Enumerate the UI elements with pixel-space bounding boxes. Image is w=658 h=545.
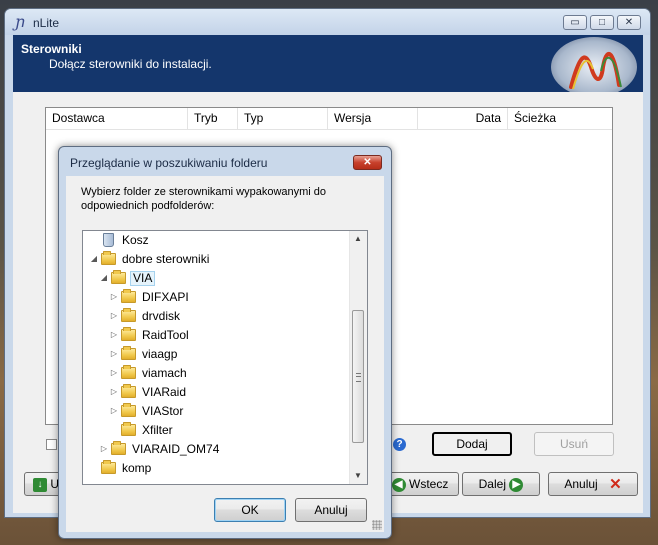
- folder-icon: [121, 346, 136, 360]
- scroll-thumb[interactable]: [352, 310, 364, 443]
- page-subtitle: Dołącz sterowniki do instalacji.: [49, 57, 212, 71]
- folder-icon: [121, 308, 136, 322]
- tree-item-label: VIAStor: [142, 404, 184, 418]
- tree-item-label: komp: [122, 461, 152, 475]
- grip-icon: [356, 373, 361, 382]
- folder-icon: [101, 251, 116, 265]
- tree-item-label: VIA: [130, 271, 156, 286]
- close-button[interactable]: ✕: [617, 15, 641, 30]
- tree-item-label: Xfilter: [142, 423, 173, 437]
- column-wersja[interactable]: Wersja: [328, 108, 418, 129]
- tree-scrollbar[interactable]: ▲ ▼: [349, 231, 367, 484]
- nlite-logo-icon: [551, 37, 637, 92]
- tree-item[interactable]: ▷ drvdisk: [83, 307, 351, 326]
- expand-arrow-icon[interactable]: ▷: [99, 444, 109, 453]
- next-arrow-icon: ▶: [509, 477, 524, 492]
- tree-item[interactable]: ▷ VIARAID_OM74: [83, 440, 351, 459]
- tree-item-label: drvdisk: [142, 309, 181, 323]
- tree-item[interactable]: ▷ VIARaid: [83, 383, 351, 402]
- column-sciezka[interactable]: Ścieżka: [508, 108, 614, 129]
- tree-item-label: VIARaid: [142, 385, 187, 399]
- tree-item[interactable]: ▷ DIFXAPI: [83, 288, 351, 307]
- page-title: Sterowniki: [21, 42, 82, 56]
- expand-arrow-icon[interactable]: ▷: [109, 406, 119, 415]
- tree-item[interactable]: ◢ dobre sterowniki: [83, 250, 351, 269]
- dialog-cancel-button[interactable]: Anuluj: [295, 498, 367, 522]
- tree-item-label: VIARAID_OM74: [132, 442, 220, 456]
- expand-arrow-icon[interactable]: ▷: [109, 349, 119, 358]
- scroll-down-icon[interactable]: ▼: [350, 468, 366, 484]
- nlite-logo-icon: ɲ: [15, 12, 26, 31]
- back-button[interactable]: ◀ Wstecz: [381, 472, 459, 496]
- close-icon: ✕: [363, 157, 372, 168]
- select-all-checkbox[interactable]: [46, 439, 57, 450]
- folder-icon: [111, 270, 126, 284]
- tree-item[interactable]: ▷ viaagp: [83, 345, 351, 364]
- tree-item[interactable]: ▷ viamach: [83, 364, 351, 383]
- tree-item[interactable]: komp: [83, 459, 351, 478]
- back-button-label: Wstecz: [409, 477, 449, 491]
- tree-item-label: dobre sterowniki: [122, 252, 210, 266]
- cancel-button[interactable]: Anuluj ✕: [548, 472, 638, 496]
- tree-item-label: viamach: [142, 366, 187, 380]
- remove-button[interactable]: Usuń: [534, 432, 614, 456]
- folder-icon: [121, 327, 136, 341]
- collapse-arrow-icon[interactable]: ◢: [89, 254, 99, 263]
- scroll-up-icon[interactable]: ▲: [350, 231, 366, 247]
- minimize-icon: ▭: [570, 17, 580, 28]
- folder-icon: [121, 384, 136, 398]
- window-title: nLite: [33, 16, 60, 30]
- column-dostawca[interactable]: Dostawca: [46, 108, 188, 129]
- dialog-content: Wybierz folder ze sterownikami wypakowan…: [66, 176, 384, 532]
- next-button[interactable]: Dalej ▶: [462, 472, 540, 496]
- column-data[interactable]: Data: [418, 108, 508, 129]
- tree-item[interactable]: ▷ RaidTool: [83, 326, 351, 345]
- expand-arrow-icon[interactable]: ▷: [109, 311, 119, 320]
- maximize-button[interactable]: □: [590, 15, 614, 30]
- cancel-x-icon: ✕: [609, 475, 622, 493]
- driver-list-header: Dostawca Tryb Typ Wersja Data Ścieżka: [46, 108, 612, 130]
- column-tryb[interactable]: Tryb: [188, 108, 238, 129]
- tree-item[interactable]: ▷ VIAStor: [83, 402, 351, 421]
- add-button[interactable]: Dodaj: [432, 432, 512, 456]
- maximize-icon: □: [598, 17, 606, 28]
- tree-item-label: viaagp: [142, 347, 178, 361]
- expand-arrow-icon[interactable]: ▷: [109, 368, 119, 377]
- tree-item[interactable]: ◢ VIA: [83, 269, 351, 288]
- browse-folder-dialog: Przeglądanie w poszukiwaniu folderu ✕ Wy…: [58, 146, 392, 539]
- folder-icon: [101, 460, 116, 474]
- dialog-close-button[interactable]: ✕: [353, 155, 382, 170]
- collapse-arrow-icon[interactable]: ◢: [99, 273, 109, 282]
- tree-item-label: RaidTool: [142, 328, 189, 342]
- column-typ[interactable]: Typ: [238, 108, 328, 129]
- expand-arrow-icon[interactable]: ▷: [109, 387, 119, 396]
- download-icon: ↓: [33, 477, 47, 492]
- expand-arrow-icon[interactable]: ▷: [109, 292, 119, 301]
- expand-arrow-icon[interactable]: ▷: [109, 330, 119, 339]
- folder-icon: [121, 422, 136, 436]
- page-header: Sterowniki Dołącz sterowniki do instalac…: [13, 35, 643, 92]
- help-icon[interactable]: ?: [393, 438, 406, 451]
- recycle-bin-icon: [103, 233, 114, 247]
- dialog-title: Przeglądanie w poszukiwaniu folderu: [70, 156, 268, 170]
- next-button-label: Dalej: [478, 477, 506, 491]
- minimize-button[interactable]: ▭: [563, 15, 587, 30]
- dialog-description: Wybierz folder ze sterownikami wypakowan…: [81, 186, 327, 212]
- tree-item[interactable]: Xfilter: [83, 421, 351, 440]
- tree-item-label: DIFXAPI: [142, 290, 189, 304]
- ok-button[interactable]: OK: [214, 498, 286, 522]
- resize-grip-icon[interactable]: [372, 520, 382, 530]
- folder-icon: [111, 441, 126, 455]
- folder-tree[interactable]: Kosz ◢ dobre sterowniki ◢ VIA ▷ DIFXAPI ▷ drvdis…: [82, 230, 368, 485]
- tree-item-label: Kosz: [122, 233, 149, 247]
- back-arrow-icon: ◀: [391, 477, 406, 492]
- close-icon: ✕: [624, 17, 634, 28]
- folder-icon: [121, 289, 136, 303]
- cancel-button-label: Anuluj: [564, 477, 598, 491]
- folder-icon: [121, 403, 136, 417]
- tree-item[interactable]: Kosz: [83, 231, 351, 250]
- title-bar[interactable]: ɲ nLite ▭ □ ✕: [5, 9, 650, 35]
- folder-icon: [121, 365, 136, 379]
